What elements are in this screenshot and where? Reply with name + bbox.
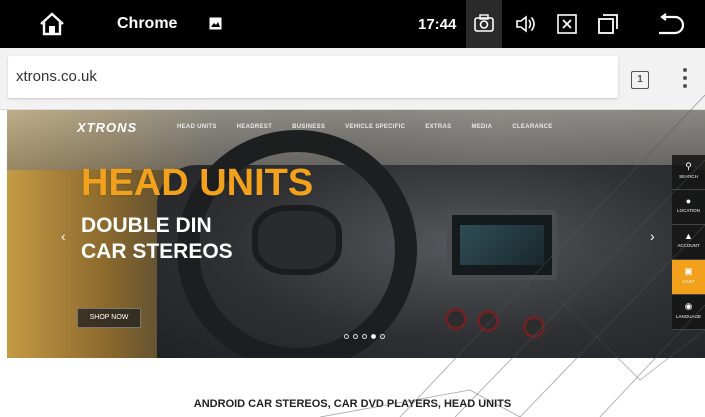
system-bar: Chrome 17:44 — [0, 0, 705, 48]
hero-subtitle: DOUBLE DIN — [81, 214, 212, 237]
clock: 17:44 — [418, 16, 457, 33]
account-icon: ▲ — [684, 231, 693, 241]
knob-image — [523, 316, 545, 338]
hero-banner[interactable]: XTRONS HEAD UNITS HEADREST BUSINESS VEHI… — [7, 110, 705, 358]
nav-item[interactable]: HEAD UNITS — [177, 124, 217, 130]
more-vert-icon[interactable] — [680, 68, 690, 92]
side-label: SEARCH — [679, 174, 698, 179]
hero-subtitle: CAR STEREOS — [81, 240, 233, 263]
nav-item[interactable]: EXTRAS — [425, 124, 451, 130]
side-label: LOCATION — [677, 208, 700, 213]
nav-item[interactable]: BUSINESS — [292, 124, 325, 130]
nav-item[interactable]: CLEARANCE — [512, 124, 552, 130]
cart-icon: ▣ — [684, 266, 693, 276]
knob-image — [477, 310, 499, 332]
side-label: ACCOUNT — [677, 243, 700, 248]
shop-now-button[interactable]: SHOP NOW — [77, 308, 141, 328]
next-slide-icon[interactable]: › — [650, 228, 655, 244]
camera-icon — [474, 14, 494, 32]
side-account-button[interactable]: ▲ ACCOUNT — [672, 225, 705, 260]
slide-dot[interactable] — [353, 334, 358, 339]
address-bar[interactable]: xtrons.co.uk — [8, 56, 618, 98]
tab-switcher-button[interactable]: 1 — [631, 71, 649, 89]
head-unit-image — [447, 210, 557, 280]
image-icon — [209, 17, 222, 30]
knob-image — [445, 308, 467, 330]
search-icon: ⚲ — [685, 161, 692, 171]
side-language-button[interactable]: ◉ LANGUAGE — [672, 295, 705, 330]
nav-item[interactable]: VEHICLE SPECIFIC — [345, 124, 405, 130]
nav-item[interactable]: HEADREST — [237, 124, 272, 130]
hero-title: HEAD UNITS — [81, 162, 314, 204]
side-search-button[interactable]: ⚲ SEARCH — [672, 155, 705, 190]
steering-hub-image — [252, 205, 342, 275]
side-toolbar: ⚲ SEARCH ● LOCATION ▲ ACCOUNT ▣ CART ◉ L… — [672, 155, 705, 330]
home-icon[interactable] — [38, 12, 66, 36]
url-text[interactable]: xtrons.co.uk — [16, 68, 97, 85]
side-label: CART — [682, 279, 695, 284]
page-heading: ANDROID CAR STEREOS, CAR DVD PLAYERS, HE… — [193, 398, 512, 410]
back-icon[interactable] — [655, 13, 685, 35]
site-nav: HEAD UNITS HEADREST BUSINESS VEHICLE SPE… — [177, 124, 553, 130]
brand-logo[interactable]: XTRONS — [77, 120, 137, 135]
close-box-icon[interactable] — [557, 14, 577, 34]
nav-item[interactable]: MEDIA — [471, 124, 492, 130]
globe-icon: ◉ — [684, 301, 693, 311]
slide-dot[interactable] — [344, 334, 349, 339]
slide-indicator — [344, 334, 385, 339]
recent-apps-icon[interactable] — [597, 13, 619, 35]
browser-toolbar: xtrons.co.uk 1 — [0, 48, 705, 110]
prev-slide-icon[interactable]: ‹ — [61, 228, 66, 244]
app-title: Chrome — [117, 15, 178, 32]
volume-icon[interactable] — [515, 14, 537, 34]
screenshot-button[interactable] — [466, 0, 502, 48]
slide-dot[interactable] — [380, 334, 385, 339]
slide-dot[interactable] — [362, 334, 367, 339]
side-cart-button[interactable]: ▣ CART — [672, 260, 705, 295]
slide-dot-active[interactable] — [371, 334, 376, 339]
side-location-button[interactable]: ● LOCATION — [672, 190, 705, 225]
side-label: LANGUAGE — [675, 314, 701, 319]
location-icon: ● — [685, 196, 692, 206]
